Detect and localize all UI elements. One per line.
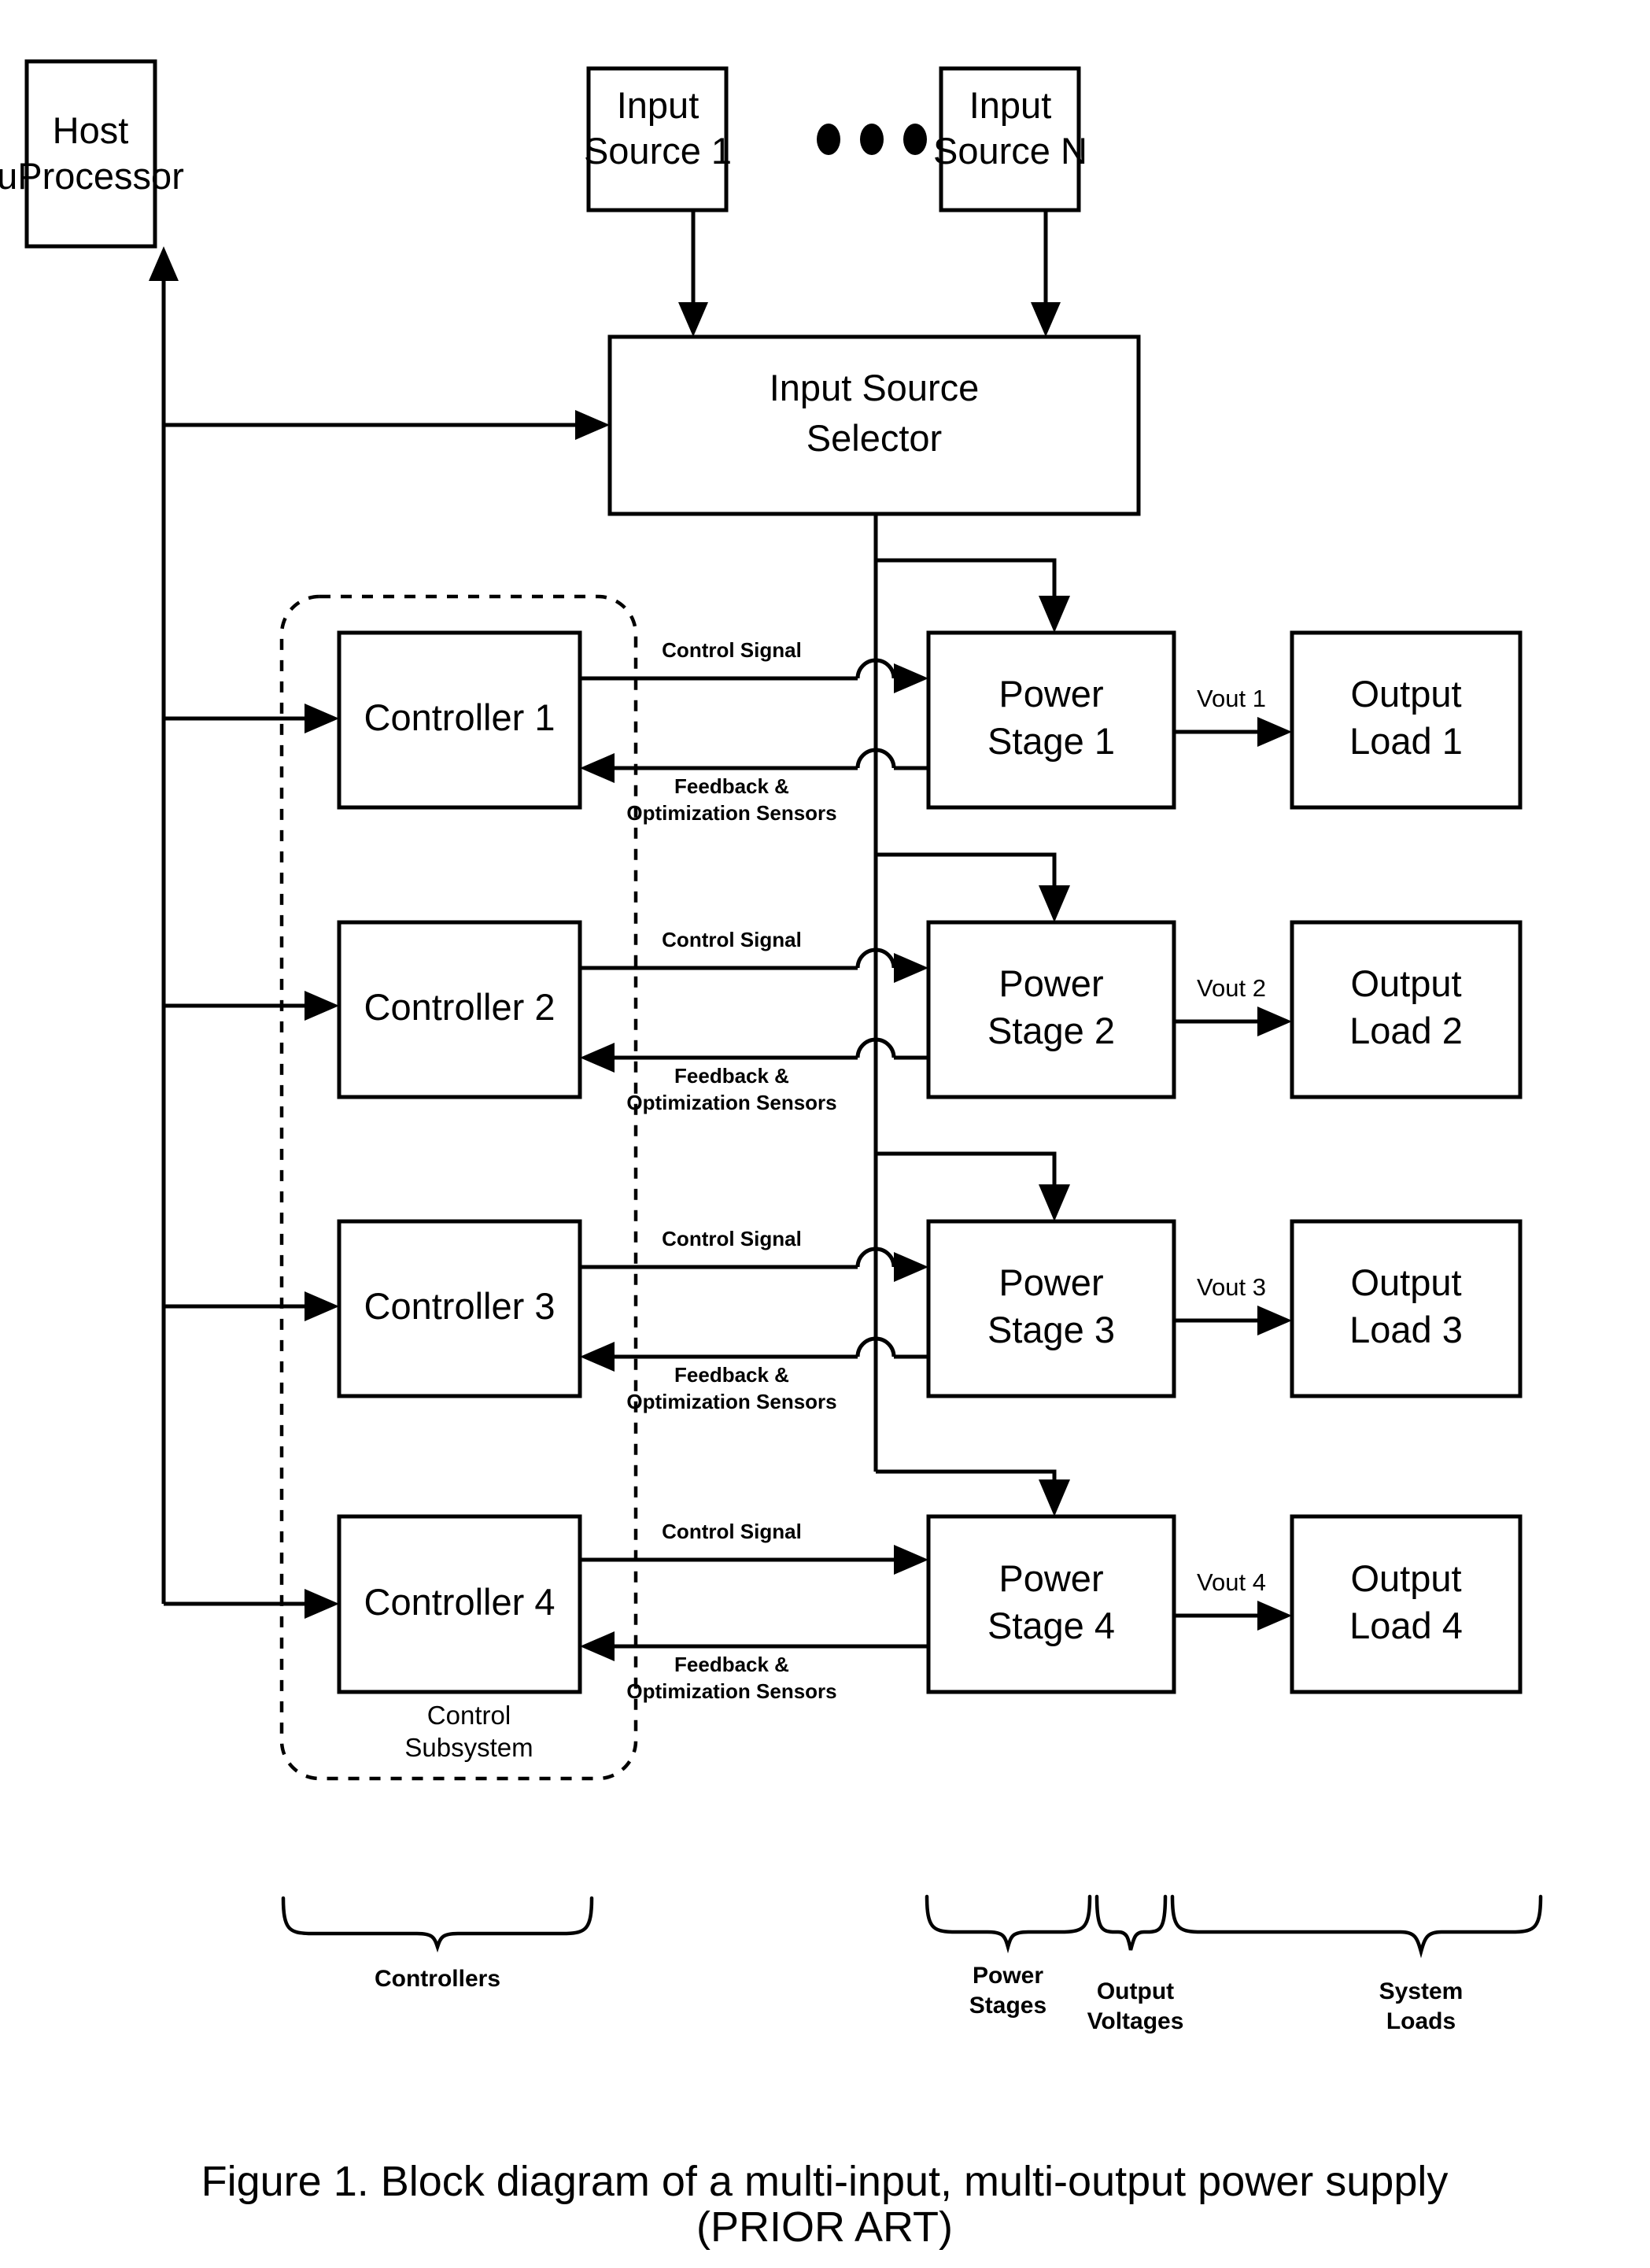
power-stage-3-label-line1: Power xyxy=(998,1261,1103,1303)
wire-bus-to-power-stage-4 xyxy=(876,1469,1070,1516)
figure-1-block-diagram: Host uProcessor Input Source 1 • • • Inp… xyxy=(0,0,1650,2268)
feedback-2-label-line2: Optimization Sensors xyxy=(626,1091,836,1114)
controller-1-label: Controller 1 xyxy=(364,696,556,738)
host-uprocessor-box xyxy=(24,59,157,249)
output-load-3-label-line1: Output xyxy=(1350,1261,1461,1303)
wire-host-to-controller-4 xyxy=(164,1589,339,1619)
controller-3-label: Controller 3 xyxy=(364,1285,556,1327)
vout-4-label: Vout 4 xyxy=(1197,1568,1266,1596)
output-load-4-label-line1: Output xyxy=(1350,1557,1461,1599)
control-signal-1-label: Control Signal xyxy=(662,638,802,662)
output-load-1-label-line2: Load 1 xyxy=(1349,720,1463,762)
figure-caption-line1: Figure 1. Block diagram of a multi-input… xyxy=(201,2158,1449,2205)
wire-host-to-controller-2 xyxy=(164,991,339,1021)
brace-system-loads xyxy=(1170,1894,1543,1959)
vout-2-label: Vout 2 xyxy=(1197,974,1266,1002)
brace-system-loads-label-line1: System xyxy=(1379,1978,1464,2004)
brace-power-stages-label-line1: Power xyxy=(973,1963,1043,1989)
figure-caption-line2: (PRIOR ART) xyxy=(696,2203,953,2251)
output-load-3-label-line2: Load 3 xyxy=(1349,1309,1463,1350)
control-signal-3-label: Control Signal xyxy=(662,1227,802,1250)
host-uprocessor-label-line2: uProcessor xyxy=(0,155,184,197)
controller-2-label: Controller 2 xyxy=(364,986,556,1028)
controller-4-label: Controller 4 xyxy=(364,1581,556,1623)
brace-power-stages-label-line2: Stages xyxy=(969,1993,1046,2019)
wire-input-source-1-to-selector xyxy=(678,210,708,337)
wire-host-to-controller-1 xyxy=(164,704,339,733)
output-load-2-label-line1: Output xyxy=(1350,962,1461,1004)
brace-output-voltages-label-line2: Voltages xyxy=(1087,2008,1184,2034)
wire-host-to-controller-3 xyxy=(164,1291,339,1321)
control-signal-2-label: Control Signal xyxy=(662,928,802,951)
power-stage-2-label-line1: Power xyxy=(998,962,1103,1004)
input-source-selector-label-line1: Input Source xyxy=(770,367,980,408)
input-source-1-label-line1: Input xyxy=(617,84,699,126)
feedback-2-label-line1: Feedback & xyxy=(674,1064,789,1088)
control-subsystem-label-line1: Control xyxy=(427,1701,511,1730)
control-signal-4-label: Control Signal xyxy=(662,1520,802,1543)
brace-output-voltages-label-line1: Output xyxy=(1097,1978,1174,2004)
wire-host-to-selector xyxy=(164,410,610,440)
wire-control-signal-4 xyxy=(580,1545,928,1575)
ellipsis-dot-3 xyxy=(903,124,927,155)
wire-vout-2 xyxy=(1174,1007,1292,1036)
feedback-1-label-line1: Feedback & xyxy=(674,774,789,798)
ellipsis-dot-1 xyxy=(817,124,840,155)
power-stage-4-label-line2: Stage 4 xyxy=(987,1605,1115,1646)
wire-host-trunk xyxy=(149,246,179,1604)
diagram-canvas: Host uProcessor Input Source 1 • • • Inp… xyxy=(0,59,1543,2251)
wire-bus-to-power-stage-2 xyxy=(876,852,1070,922)
power-stage-2-label-line2: Stage 2 xyxy=(987,1010,1115,1051)
brace-controllers-label-line1: Controllers xyxy=(375,1966,500,1992)
power-stage-4-label-line1: Power xyxy=(998,1557,1103,1599)
wire-input-source-n-to-selector xyxy=(1031,210,1061,337)
brace-power-stages xyxy=(925,1894,1092,1954)
brace-system-loads-label-line2: Loads xyxy=(1386,2008,1456,2034)
power-stage-3-label-line2: Stage 3 xyxy=(987,1309,1115,1350)
vout-1-label: Vout 1 xyxy=(1197,685,1266,712)
brace-output-voltages xyxy=(1094,1894,1168,1951)
output-load-4-label-line2: Load 4 xyxy=(1349,1605,1463,1646)
feedback-3-label-line1: Feedback & xyxy=(674,1363,789,1387)
input-source-n-label-line2: Source N xyxy=(933,130,1087,172)
wire-vout-3 xyxy=(1174,1306,1292,1335)
input-source-selector-label-line2: Selector xyxy=(807,417,942,459)
control-subsystem-label-line2: Subsystem xyxy=(404,1733,533,1762)
feedback-4-label-line1: Feedback & xyxy=(674,1653,789,1676)
power-stage-1-label-line1: Power xyxy=(998,673,1103,715)
host-uprocessor-label-line1: Host xyxy=(53,109,129,151)
wire-vout-1 xyxy=(1174,717,1292,747)
feedback-3-label-line2: Optimization Sensors xyxy=(626,1390,836,1413)
power-stage-1-label-line2: Stage 1 xyxy=(987,720,1115,762)
output-load-1-label-line1: Output xyxy=(1350,673,1461,715)
brace-controllers xyxy=(281,1896,594,1953)
wire-bus-to-power-stage-1 xyxy=(876,558,1070,633)
input-source-n-label-line1: Input xyxy=(969,84,1052,126)
input-source-1-label-line2: Source 1 xyxy=(584,130,732,172)
feedback-1-label-line2: Optimization Sensors xyxy=(626,801,836,825)
output-load-2-label-line2: Load 2 xyxy=(1349,1010,1463,1051)
wire-bus-to-power-stage-3 xyxy=(876,1151,1070,1221)
wire-vout-4 xyxy=(1174,1601,1292,1631)
vout-3-label: Vout 3 xyxy=(1197,1273,1266,1301)
feedback-4-label-line2: Optimization Sensors xyxy=(626,1679,836,1703)
